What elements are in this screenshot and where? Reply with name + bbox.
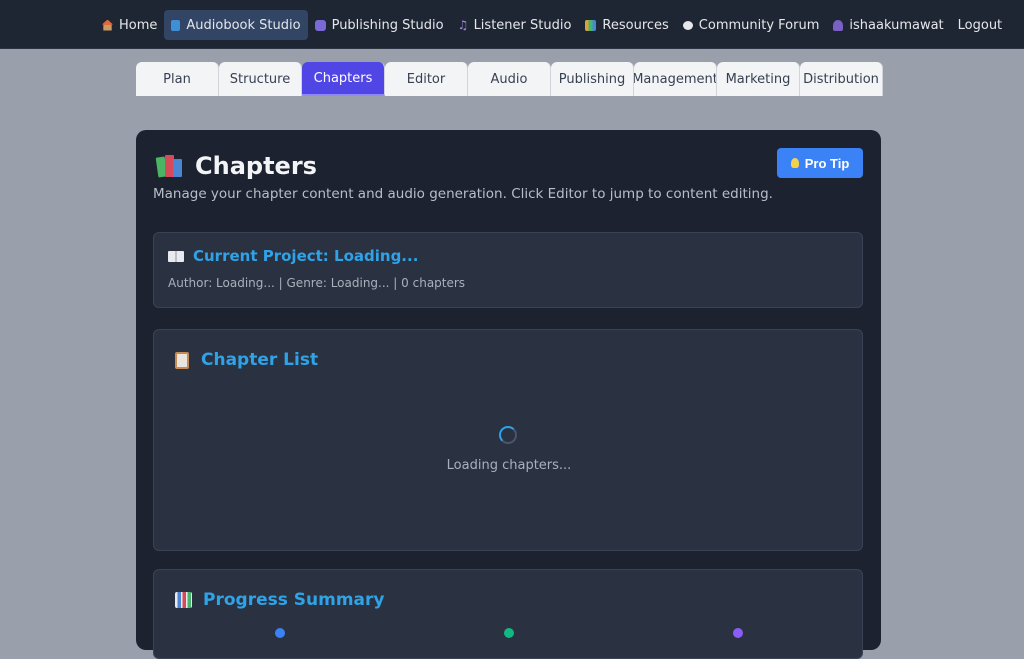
tab-audio[interactable]: Audio (468, 62, 551, 96)
nav-label: Publishing Studio (331, 17, 444, 33)
nav-item-audiobook-studio[interactable]: Audiobook Studio (164, 10, 308, 40)
project-title: Current Project: Loading... (168, 247, 418, 265)
chapters-panel: Chapters Pro Tip Manage your chapter con… (136, 130, 881, 659)
nav-item-community-forum[interactable]: Community Forum (676, 10, 827, 40)
chat-icon (682, 20, 693, 30)
books-icon (585, 19, 597, 31)
studio-tabs: Plan Structure Chapters Editor Audio Pub… (136, 62, 883, 96)
page-header: Chapters (155, 152, 317, 180)
chapter-list-title: Chapter List (175, 350, 318, 370)
home-icon (102, 19, 113, 31)
nav-item-resources[interactable]: Resources (578, 10, 675, 40)
books-icon (155, 155, 183, 178)
tab-structure[interactable]: Structure (219, 62, 302, 96)
page-title: Chapters (195, 152, 317, 180)
open-book-icon (168, 250, 184, 262)
progress-summary-card: Progress Summary (153, 569, 863, 659)
project-title-text: Current Project: Loading... (193, 247, 419, 265)
page-subtitle: Manage your chapter content and audio ge… (153, 186, 773, 202)
clipboard-icon (175, 351, 189, 369)
user-icon (833, 19, 844, 31)
lightbulb-icon (790, 158, 799, 168)
tab-publishing[interactable]: Publishing (551, 62, 634, 96)
progress-summary-title-text: Progress Summary (203, 590, 385, 610)
tab-marketing[interactable]: Marketing (717, 62, 800, 96)
project-meta: Author: Loading... | Genre: Loading... |… (168, 276, 466, 290)
pro-tip-label: Pro Tip (804, 155, 850, 171)
tab-editor[interactable]: Editor (385, 62, 468, 96)
nav-item-home[interactable]: Home (95, 10, 164, 40)
progress-indicator-icon (504, 628, 514, 638)
loading-chapters-text: Loading chapters... (446, 458, 572, 473)
nav-items: Home Audiobook Studio Publishing Studio … (95, 10, 1009, 40)
nav-item-publishing-studio[interactable]: Publishing Studio (308, 10, 451, 40)
top-navigation-bar: Home Audiobook Studio Publishing Studio … (0, 0, 1024, 49)
nav-label: Listener Studio (473, 17, 572, 33)
publishing-icon (314, 19, 326, 31)
tab-plan[interactable]: Plan (136, 62, 219, 96)
nav-label: Community Forum (698, 17, 820, 33)
book-icon (171, 19, 181, 31)
loading-spinner-icon (499, 426, 517, 444)
progress-indicator-icon (733, 628, 743, 638)
progress-indicator-icon (275, 628, 285, 638)
nav-label: Home (119, 17, 158, 33)
bar-chart-icon (175, 592, 192, 608)
progress-summary-title: Progress Summary (175, 590, 384, 610)
nav-label: Audiobook Studio (186, 17, 301, 33)
tab-chapters[interactable]: Chapters (302, 62, 385, 96)
chapter-list-title-text: Chapter List (201, 350, 319, 370)
nav-label: Resources (602, 17, 669, 33)
pro-tip-button[interactable]: Pro Tip (777, 148, 863, 178)
nav-item-listener-studio[interactable]: ♫ Listener Studio (451, 10, 579, 40)
chapter-list-card: Chapter List Loading chapters... (153, 329, 863, 551)
tab-management[interactable]: Management (634, 62, 717, 96)
tab-distribution[interactable]: Distribution (800, 62, 883, 96)
nav-item-logout[interactable]: Logout (951, 10, 1010, 40)
nav-item-user-profile[interactable]: ishaakumawat (826, 10, 950, 40)
nav-label: Logout (957, 17, 1003, 33)
nav-label: ishaakumawat (849, 17, 944, 33)
current-project-card: Current Project: Loading... Author: Load… (153, 232, 863, 308)
music-note-icon: ♫ (457, 17, 469, 32)
